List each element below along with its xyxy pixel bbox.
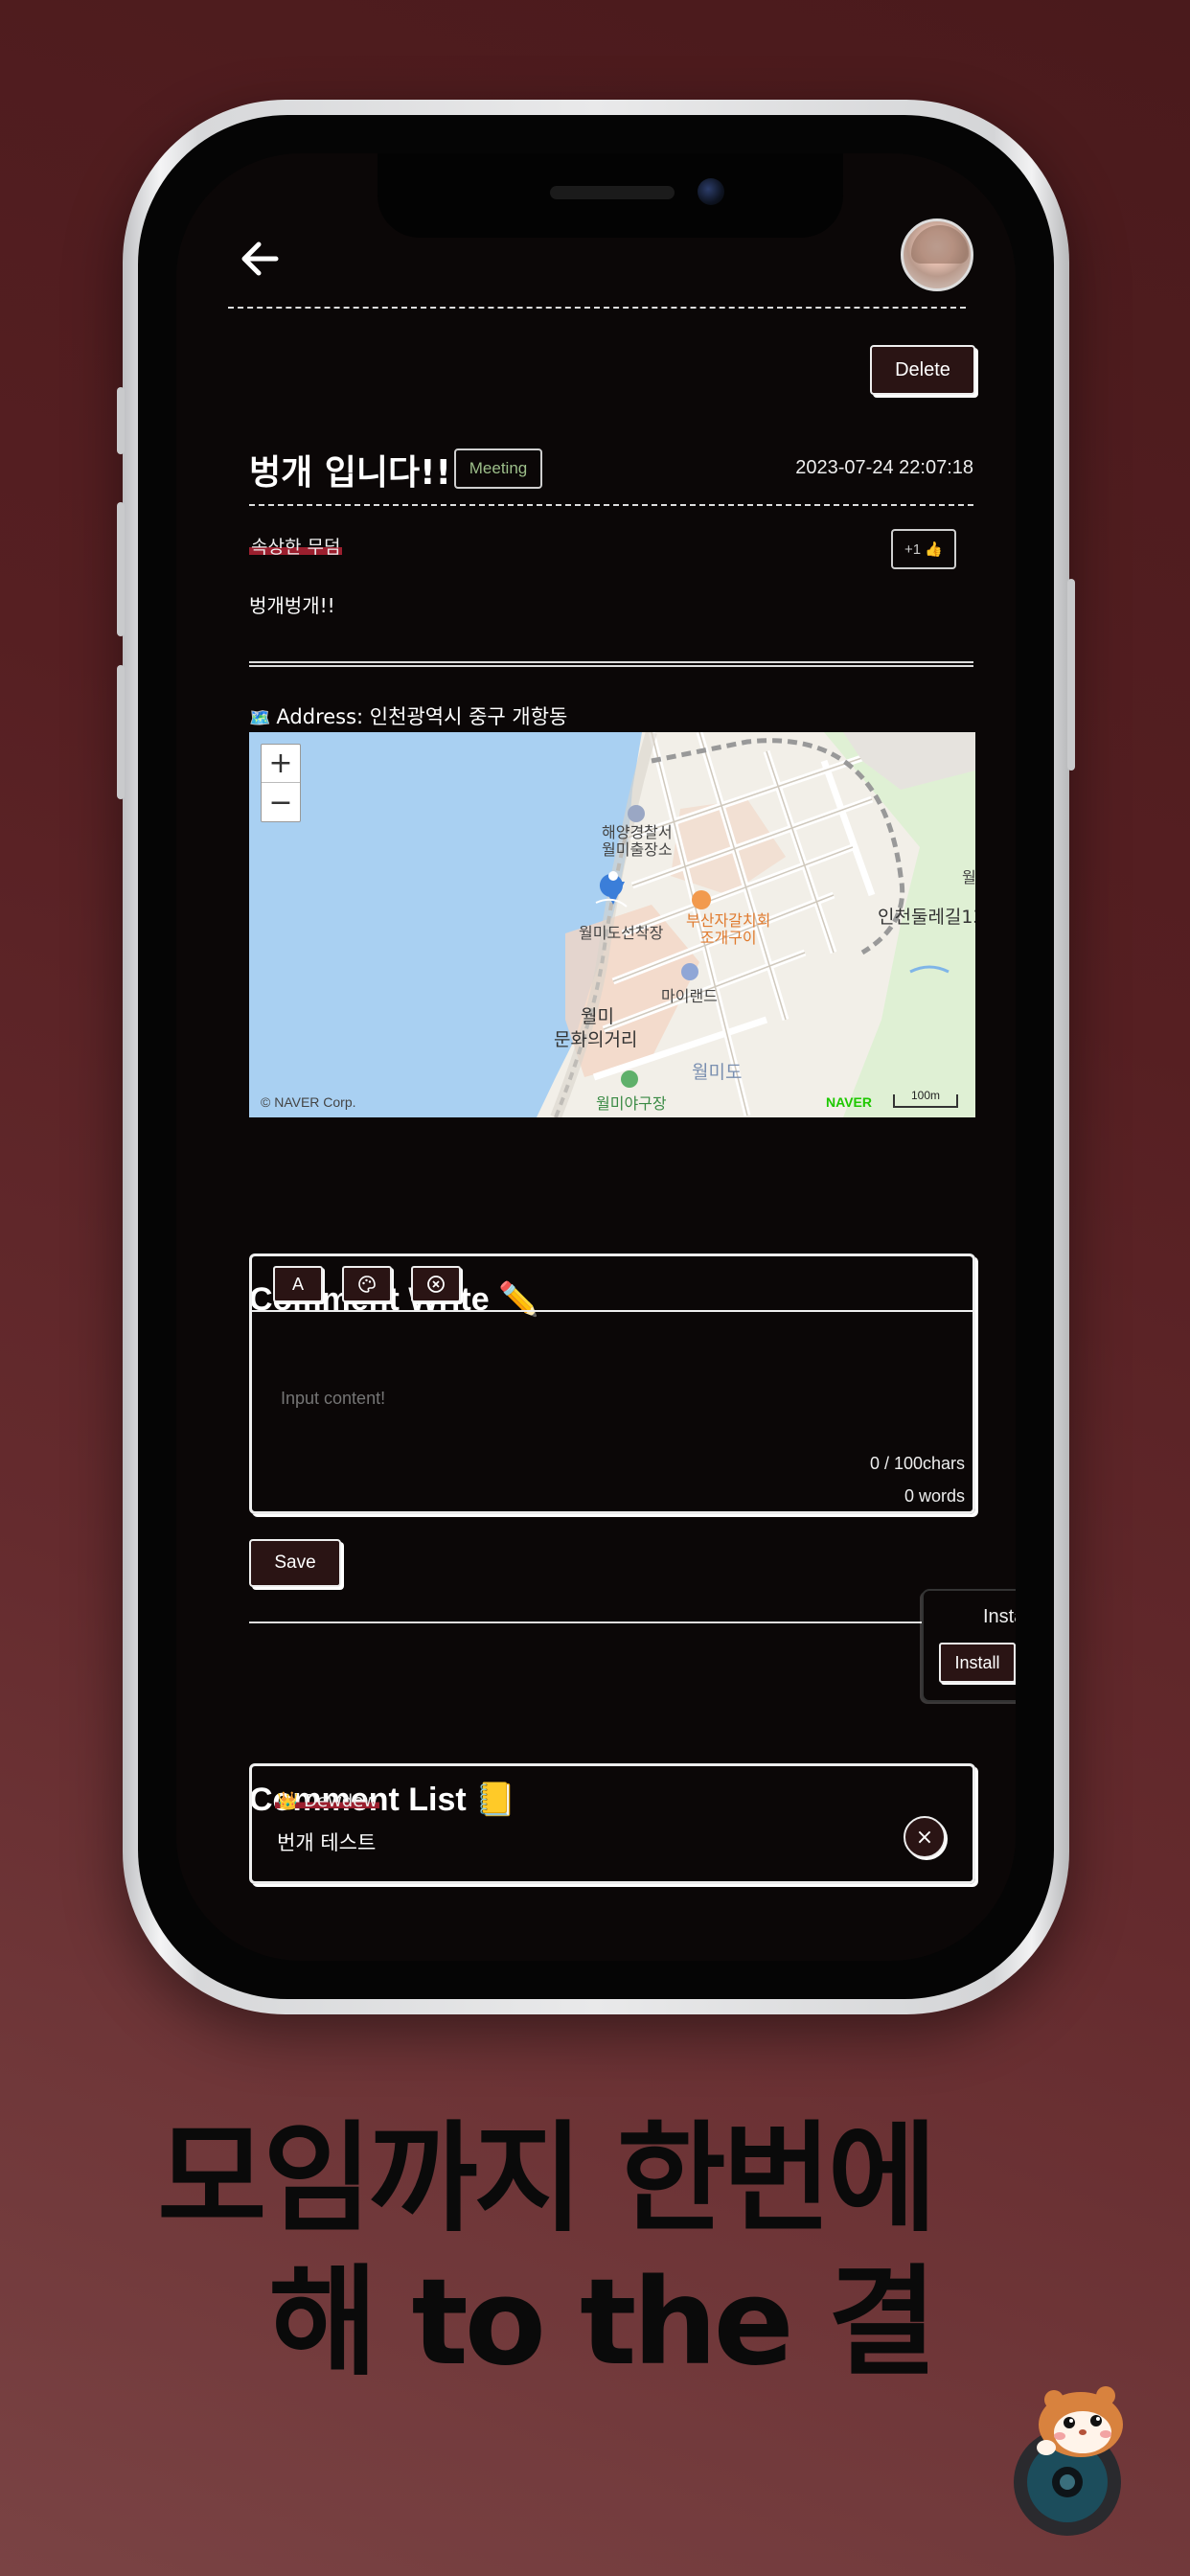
comment-author: 👑 Dewdew	[275, 1791, 380, 1811]
map-label-culture-2: 문화의거리	[554, 1029, 638, 1050]
map-label-street: 인천둘레길13	[878, 907, 975, 928]
zoom-in-button[interactable]: +	[262, 745, 300, 783]
map-label-police: 해양경찰서 월미출장소	[602, 823, 673, 859]
map-label-land: 마이랜드	[661, 987, 718, 1005]
delete-comment-button[interactable]: ×	[904, 1816, 946, 1858]
install-popup-text: Insta	[983, 1606, 1016, 1627]
map-label-culture-1: 월미	[581, 1006, 614, 1027]
map-icon: 🗺️	[249, 708, 271, 728]
speaker	[550, 186, 675, 199]
palette-icon	[358, 1276, 376, 1293]
address-line: 🗺️ Address: 인천광역시 중구 개항동	[249, 702, 567, 730]
map-label-island: 월미도	[692, 1062, 743, 1083]
map-label-restaurant: 부산자갈치회 조개구이	[686, 911, 771, 947]
section-divider	[249, 1622, 973, 1623]
map-label-edge: 월	[962, 868, 975, 886]
volume-down-button	[117, 665, 125, 799]
palette-tool-button[interactable]	[342, 1266, 392, 1302]
phone-frame: Delete 벙개 입니다!! Meeting 2023-07-24 22:07…	[117, 100, 1075, 2014]
hamster-mascot-icon	[1006, 2367, 1179, 2559]
editor-toolbar: A	[252, 1256, 973, 1312]
map-zoom-control: + −	[261, 744, 301, 822]
power-button	[1067, 579, 1075, 770]
profile-avatar[interactable]	[901, 218, 973, 291]
comment-input[interactable]	[281, 1389, 856, 1409]
title-divider	[249, 504, 973, 506]
location-map[interactable]: + − 해양경찰서 월미출장소 월미도선착장 부산자갈치회 조개구이 인천둘레길…	[249, 732, 975, 1117]
map-label-pier: 월미도선착장	[579, 924, 664, 942]
save-comment-button[interactable]: Save	[249, 1539, 341, 1587]
char-counter: 0 / 100chars	[869, 1454, 965, 1473]
arrow-left-icon	[241, 242, 279, 276]
phone-bezel: Delete 벙개 입니다!! Meeting 2023-07-24 22:07…	[138, 115, 1054, 1999]
font-tool-button[interactable]: A	[273, 1266, 323, 1302]
clear-tool-button[interactable]	[411, 1266, 461, 1302]
map-copyright: © NAVER Corp.	[261, 1094, 356, 1110]
front-camera	[698, 178, 724, 205]
map-label-stage: 월미야구장	[596, 1094, 667, 1113]
post-body: 벙개벙개!!	[249, 594, 335, 617]
post-detail-page: Delete 벙개 입니다!! Meeting 2023-07-24 22:07…	[176, 153, 1016, 1961]
notch	[378, 153, 843, 238]
back-button[interactable]	[234, 232, 287, 286]
install-popup: Insta Install	[922, 1589, 1016, 1702]
volume-up-button	[117, 502, 125, 636]
mute-switch	[117, 387, 125, 454]
comment-item: 👑 Dewdew 번개 테스트 ×	[249, 1763, 975, 1884]
header-divider	[228, 307, 966, 309]
like-button[interactable]: +1 👍	[891, 529, 956, 569]
address-text: Address: 인천광역시 중구 개항동	[276, 705, 568, 728]
post-tag-badge: Meeting	[454, 448, 542, 489]
comment-text: 번개 테스트	[277, 1831, 377, 1854]
headline-line-2: 해 to the 결	[268, 2254, 937, 2392]
post-date: 2023-07-24 22:07:18	[795, 457, 973, 478]
install-button[interactable]: Install	[939, 1643, 1016, 1683]
word-counter: 0 words	[904, 1486, 965, 1506]
comment-editor: A 0 / 100chars 0 words	[249, 1254, 975, 1514]
circle-x-icon	[427, 1276, 445, 1293]
post-title: 벙개 입니다!!	[249, 453, 451, 493]
phone-screen: Delete 벙개 입니다!! Meeting 2023-07-24 22:07…	[176, 153, 1016, 1961]
map-scale-bar: 100m	[893, 1090, 958, 1108]
body-divider	[249, 661, 973, 667]
delete-post-button[interactable]: Delete	[870, 345, 975, 395]
naver-logo: NAVER	[826, 1094, 872, 1110]
post-author: 속상한 무덤	[249, 533, 343, 559]
zoom-out-button[interactable]: −	[262, 783, 300, 821]
